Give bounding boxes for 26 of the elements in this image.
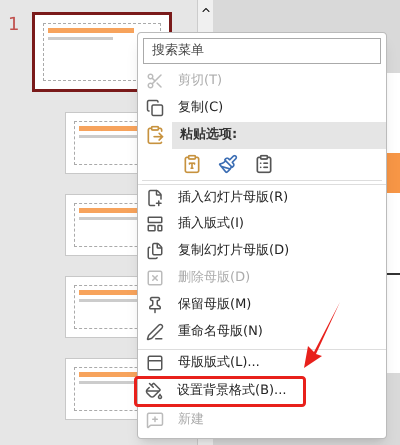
menu-item[interactable]: 复制幻灯片母版(D): [138, 238, 386, 264]
search-field[interactable]: 搜索菜单: [143, 38, 381, 64]
menu-item-icon: [146, 323, 164, 341]
paste-text-only-icon[interactable]: [254, 154, 274, 174]
clipboard-icon: [145, 125, 165, 145]
menu-item-icon: [145, 382, 163, 400]
menu-item-icon: [146, 269, 164, 287]
menu-item-icon: [146, 242, 164, 260]
menu-item[interactable]: 插入版式(I): [138, 210, 386, 238]
menu-item-icon: [146, 72, 164, 90]
menu-item[interactable]: 重命名母版(N): [138, 318, 386, 346]
menu-item[interactable]: 插入幻灯片母版(R): [138, 184, 386, 210]
menu-item-icon: [146, 354, 164, 372]
menu-item[interactable]: 保留母版(M): [138, 292, 386, 318]
text-placeholder-bar: [48, 37, 113, 40]
menu-item[interactable]: 设置背景格式(B)...: [134, 376, 306, 406]
menu-item-icon: [146, 188, 164, 206]
paste-keep-formatting-icon[interactable]: [182, 154, 202, 174]
menu-item-icon: [146, 215, 164, 233]
slide-number: 1: [8, 16, 20, 34]
paste-destination-theme-icon[interactable]: [218, 154, 238, 174]
menu-section-header: 粘贴选项:: [172, 122, 386, 148]
menu-item-icon: [146, 296, 164, 314]
menu-item[interactable]: 复制(C): [138, 94, 386, 122]
menu-item-icon: [146, 99, 164, 117]
menu-item-icon: [146, 411, 164, 429]
